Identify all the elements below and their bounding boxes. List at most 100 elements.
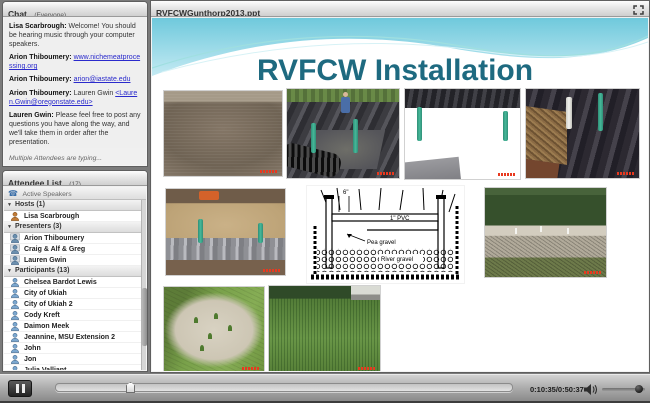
pause-button[interactable] [8,380,32,397]
attendee-row[interactable]: Craig & Alf & Greg [4,244,141,255]
attendee-row[interactable]: Daimon Meek [4,321,141,332]
attendee-name: Cody Kreft [24,311,60,319]
typing-indicator: Multiple Attendees are typing... [9,155,103,162]
presenter-icon [10,233,20,243]
attendee-name: Lauren Gwin [24,256,67,264]
collapse-triangle-icon[interactable]: ▼ [7,224,12,230]
photo-datestamp [617,172,635,175]
photo-datestamp [263,269,281,272]
scrollbar-thumb[interactable] [142,288,147,346]
pause-icon [21,384,25,393]
slide-area: RVFCW Installation 6" 1" PVC Pea gravel … [152,18,648,371]
photo-datestamp [242,367,260,370]
attendee-count: (17) [69,181,81,186]
attendee-name: City of Ukiah 2 [24,300,73,308]
chat-sender: Arion Thiboumery: [9,76,74,84]
attendee-list-title: Attendee List [8,178,62,186]
slide-title: RVFCW Installation [256,54,534,87]
attendee-group-header[interactable]: ▼ Presenters (3) [4,222,141,233]
participant-icon [10,299,20,309]
active-speaker-icon: ☎ [8,189,18,198]
photo-liner-installation [287,89,399,178]
participant-icon [10,321,20,331]
time-display: 0:10:35/0:50:37 [530,385,584,394]
participant-icon [10,343,20,353]
attendee-name: Lisa Scarbrough [24,212,80,220]
attendee-name: Jon [24,355,37,363]
chat-sender: Arion Thiboumery: [9,54,74,62]
chat-link[interactable]: arion@iastate.edu [74,76,131,83]
volume-knob[interactable] [635,385,643,393]
attendee-group-header[interactable]: ▼ Participants (13) [4,266,141,277]
svg-text:6": 6" [343,190,348,196]
seek-handle[interactable] [126,382,135,393]
attendee-row[interactable]: Jeannine, MSU Extension 2 [4,332,141,343]
chat-pod: Chat (Everyone) Lisa Scarbrough: Welcome… [2,1,148,167]
attendee-row[interactable]: Lisa Scarbrough [4,211,141,222]
photo-excavated-pit [164,91,282,176]
chat-sender: Lisa Scarbrough: [9,23,69,30]
chat-text: Lauren Gwin [73,89,114,97]
participant-icon [10,332,20,342]
playback-bar: 0:10:35/0:50:37 [0,374,650,403]
attendee-row[interactable]: City of Ukiah 2 [4,299,141,310]
webinar-app: Chat (Everyone) Lisa Scarbrough: Welcome… [0,0,650,403]
chat-pod-header[interactable]: Chat (Everyone) [3,2,147,17]
chat-message: Arion Thiboumery: www.nichemeatprocessin… [9,53,141,71]
presentation-pod-header[interactable]: RVFCWGunthorp2013.ppt [151,1,649,17]
photo-finished-gravel-bed [485,188,606,277]
fullscreen-icon[interactable] [632,3,645,15]
chat-message: Lisa Scarbrough: Welcome! You should be … [9,22,141,49]
active-speakers-bar: ☎ Active Speakers [4,187,146,200]
presentation-file-title: RVFCWGunthorp2013.ppt [156,8,261,17]
attendee-row[interactable]: Jon [4,354,141,365]
volume-icon[interactable] [584,383,598,401]
attendee-row[interactable]: Lauren Gwin [4,255,141,266]
photo-datestamp [260,170,278,173]
attendee-row[interactable]: Julia Valliant [4,365,141,370]
photo-mature-vegetation [269,286,380,371]
participant-icon [10,277,20,287]
chat-message: Lauren Gwin: Please feel free to post an… [9,111,141,147]
attendee-row[interactable]: John [4,343,141,354]
volume-slider[interactable] [602,385,645,393]
presenter-icon [10,255,20,265]
chat-message: Arion Thiboumery: arion@iastate.edu [9,75,141,84]
attendee-row[interactable]: City of Ukiah [4,288,141,299]
active-speakers-label: Active Speakers [22,191,72,198]
chat-sender: Lauren Gwin: [9,111,56,119]
attendee-name: Craig & Alf & Greg [24,245,86,253]
collapse-triangle-icon[interactable]: ▼ [7,268,12,274]
attendee-row[interactable]: Chelsea Bardot Lewis [4,277,141,288]
participant-icon [10,310,20,320]
attendee-list-pod: Attendee List (17) ☎ Active Speakers ▼ Ho… [2,170,148,372]
svg-text:River gravel: River gravel [381,257,413,263]
attendee-groups[interactable]: ▼ Hosts (1) Lisa Scarbrough ▼ Presenters (3)… [4,200,141,370]
attendee-name: City of Ukiah [24,289,67,297]
participant-icon [10,354,20,364]
presenter-icon [10,244,20,254]
attendee-name: John [24,344,41,352]
collapse-triangle-icon[interactable]: ▼ [7,202,12,208]
photo-datestamp [377,172,395,175]
photo-datestamp [358,367,376,370]
attendee-row[interactable]: Arion Thiboumery [4,233,141,244]
attendee-scrollbar[interactable] [141,200,147,370]
photo-sand-mound [166,189,285,275]
chat-scope: (Everyone) [34,12,67,17]
svg-text:1" PVC: 1" PVC [390,216,410,222]
presentation-pod: RVFCWGunthorp2013.ppt RVFCW Installation… [150,0,650,373]
attendee-group-header[interactable]: ▼ Hosts (1) [4,200,141,211]
attendee-name: Julia Valliant [24,366,67,371]
chat-sender: Arion Thiboumery: [9,89,74,97]
attendee-name: Chelsea Bardot Lewis [24,278,97,286]
attendee-name: Daimon Meek [24,322,70,330]
attendee-pod-header[interactable]: Attendee List (17) [3,171,147,186]
attendee-row[interactable]: Cody Kreft [4,310,141,321]
participant-icon [12,365,18,370]
participant-icon [10,288,20,298]
attendee-name: Arion Thiboumery [24,234,85,242]
attendee-name: Jeannine, MSU Extension 2 [24,333,116,341]
seek-slider[interactable] [55,382,513,393]
chat-messages[interactable]: Lisa Scarbrough: Welcome! You should be … [4,18,146,148]
